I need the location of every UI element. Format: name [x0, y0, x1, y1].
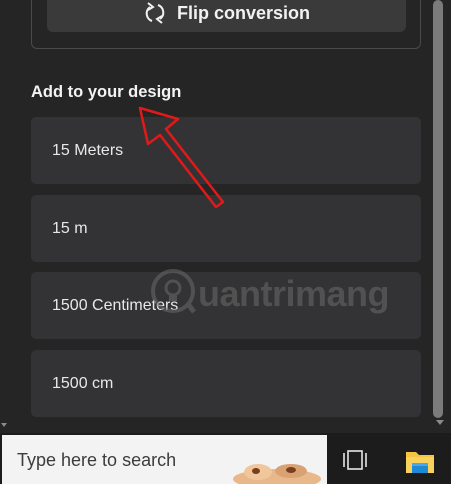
file-explorer-icon[interactable]	[403, 444, 437, 478]
flip-conversion-button[interactable]: Flip conversion	[47, 0, 406, 32]
flip-conversion-label: Flip conversion	[176, 2, 311, 23]
taskbar-search-box[interactable]: Type here to search	[2, 435, 327, 484]
option-15-m[interactable]: 15 m	[31, 195, 421, 262]
option-label: 15 Meters	[52, 141, 124, 159]
scroll-indicator-icon	[1, 423, 7, 427]
converter-panel: Flip conversion Add to your design 15 Me…	[0, 0, 432, 433]
scrollbar-thumb[interactable]	[433, 0, 443, 418]
option-label: 1500 cm	[52, 374, 114, 392]
flip-arrows-icon	[143, 2, 167, 24]
scroll-down-arrow-icon[interactable]	[436, 420, 444, 425]
option-label: 15 m	[52, 219, 88, 237]
option-15-meters[interactable]: 15 Meters	[31, 117, 421, 184]
search-highlight-art-icon	[233, 464, 321, 484]
option-1500-centimeters[interactable]: 1500 Centimeters	[31, 272, 421, 339]
option-label: 1500 Centimeters	[52, 296, 179, 314]
option-1500-cm[interactable]: 1500 cm	[31, 350, 421, 417]
flip-section: Flip conversion	[31, 0, 421, 49]
add-to-design-heading: Add to your design	[31, 83, 182, 101]
task-view-icon[interactable]	[343, 448, 367, 472]
search-placeholder: Type here to search	[17, 450, 177, 470]
